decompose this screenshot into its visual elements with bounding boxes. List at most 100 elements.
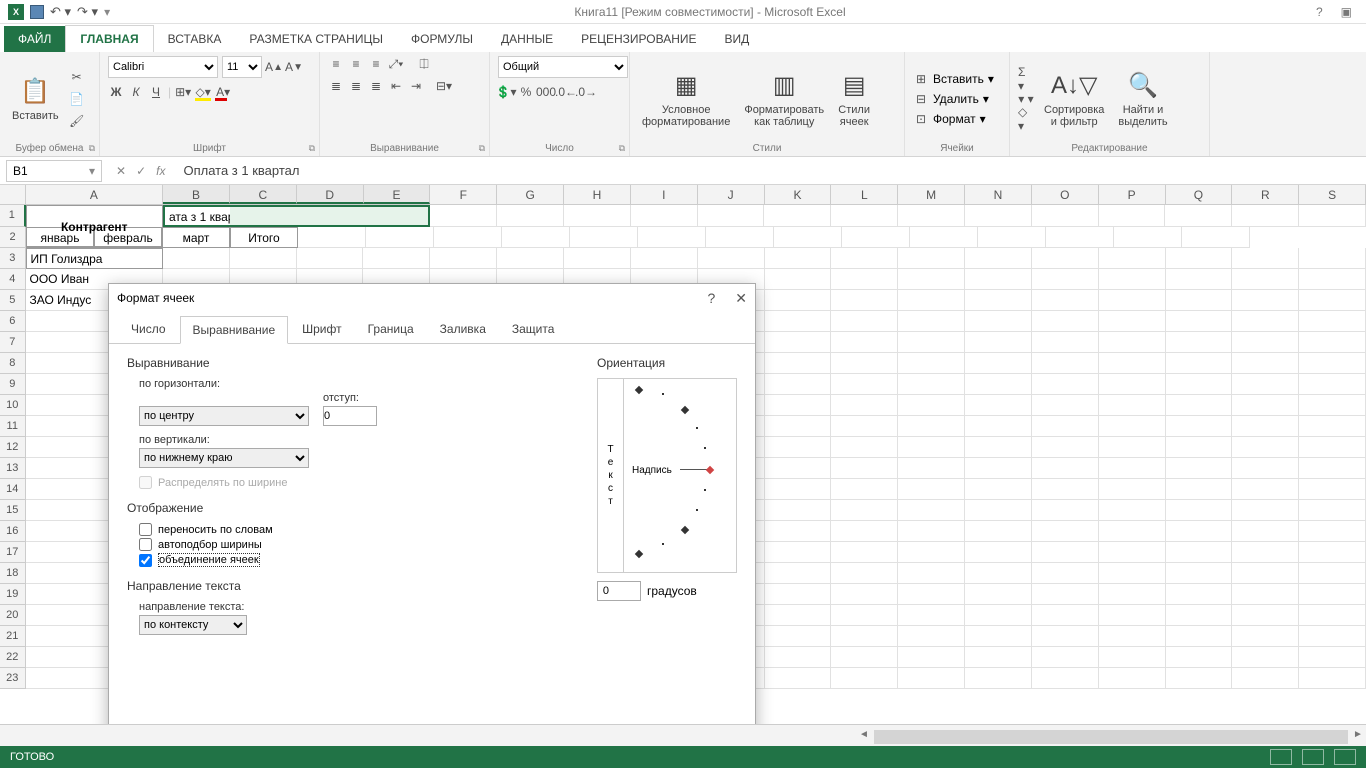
insert-cells-button[interactable]: ⊞Вставить ▾ <box>913 71 994 87</box>
cell[interactable] <box>898 584 965 605</box>
ribbon-toggle-icon[interactable]: ▣ <box>1341 5 1352 19</box>
cell[interactable] <box>965 395 1032 416</box>
cell[interactable] <box>1099 563 1166 584</box>
cell[interactable] <box>1166 437 1233 458</box>
find-select-button[interactable]: 🔍Найти и выделить <box>1114 56 1171 141</box>
cell[interactable] <box>1032 248 1099 269</box>
cell[interactable] <box>842 227 910 248</box>
cut-icon[interactable]: ✂ <box>69 69 85 85</box>
cell[interactable] <box>831 668 898 689</box>
dialog-tab-border[interactable]: Граница <box>356 316 426 343</box>
tab-formulas[interactable]: ФОРМУЛЫ <box>397 26 487 52</box>
align-bottom-icon[interactable]: ≡ <box>368 56 384 72</box>
cell[interactable] <box>1032 458 1099 479</box>
column-header[interactable]: K <box>765 185 832 204</box>
cell[interactable] <box>1032 311 1099 332</box>
cell[interactable] <box>1032 479 1099 500</box>
cell[interactable] <box>1232 269 1299 290</box>
row-header[interactable]: 20 <box>0 605 26 626</box>
cell[interactable] <box>898 374 965 395</box>
cell[interactable] <box>831 374 898 395</box>
cell[interactable] <box>1099 458 1166 479</box>
cell[interactable] <box>706 227 774 248</box>
format-painter-icon[interactable]: 🖌 <box>69 113 85 129</box>
cell[interactable] <box>1032 542 1099 563</box>
cell[interactable] <box>1232 311 1299 332</box>
cell[interactable] <box>698 205 765 227</box>
column-header[interactable]: D <box>297 185 364 204</box>
cell[interactable] <box>965 647 1032 668</box>
cell[interactable] <box>965 605 1032 626</box>
cell[interactable] <box>898 353 965 374</box>
view-page-break-icon[interactable] <box>1334 749 1356 765</box>
cell[interactable] <box>1299 500 1366 521</box>
align-top-icon[interactable]: ≡ <box>328 56 344 72</box>
cell[interactable] <box>965 521 1032 542</box>
cell[interactable] <box>297 248 364 269</box>
cell[interactable] <box>965 542 1032 563</box>
cell[interactable] <box>366 227 434 248</box>
merge-cells-checkbox[interactable] <box>139 554 152 567</box>
cell[interactable] <box>965 626 1032 647</box>
cell[interactable] <box>765 437 832 458</box>
cell[interactable] <box>1299 395 1366 416</box>
cell[interactable] <box>765 563 832 584</box>
cell[interactable] <box>831 647 898 668</box>
cell[interactable] <box>1299 269 1366 290</box>
cell[interactable] <box>765 290 832 311</box>
cell[interactable] <box>965 563 1032 584</box>
increase-decimal-icon[interactable]: .0← <box>558 84 574 100</box>
cell[interactable]: март <box>162 227 230 248</box>
cell[interactable] <box>898 311 965 332</box>
column-header[interactable]: P <box>1099 185 1166 204</box>
cell[interactable] <box>898 416 965 437</box>
cell[interactable] <box>898 626 965 647</box>
cell[interactable] <box>965 458 1032 479</box>
cell[interactable] <box>1299 205 1366 227</box>
cell[interactable] <box>1032 668 1099 689</box>
orientation-arc[interactable]: Надпись <box>624 379 736 572</box>
select-all-corner[interactable] <box>0 185 26 204</box>
shrink-fit-checkbox[interactable] <box>139 538 152 551</box>
clear-icon[interactable]: ◇ ▾ <box>1018 111 1034 127</box>
cell[interactable] <box>564 248 631 269</box>
cell[interactable] <box>1032 500 1099 521</box>
indent-decrease-icon[interactable]: ⇤ <box>388 78 404 94</box>
cell[interactable] <box>1299 626 1366 647</box>
cell[interactable] <box>1166 521 1233 542</box>
column-header[interactable]: I <box>631 185 698 204</box>
cell[interactable] <box>1232 521 1299 542</box>
delete-cells-button[interactable]: ⊟Удалить ▾ <box>913 91 994 107</box>
cell[interactable] <box>1299 437 1366 458</box>
cell[interactable] <box>1099 248 1166 269</box>
cell[interactable] <box>1166 500 1233 521</box>
cell[interactable] <box>965 374 1032 395</box>
cell[interactable] <box>1166 353 1233 374</box>
column-header[interactable]: E <box>364 185 431 204</box>
text-direction-select[interactable]: по контексту <box>139 615 247 635</box>
number-format-select[interactable]: Общий <box>498 56 628 78</box>
cell[interactable] <box>1166 563 1233 584</box>
orientation-control[interactable]: Текст Надпись <box>597 378 737 573</box>
cell[interactable] <box>1166 395 1233 416</box>
tab-data[interactable]: ДАННЫЕ <box>487 26 567 52</box>
cell[interactable] <box>831 479 898 500</box>
cell[interactable] <box>497 248 564 269</box>
cell[interactable] <box>564 205 631 227</box>
cell[interactable] <box>502 227 570 248</box>
cell[interactable] <box>765 311 832 332</box>
row-header[interactable]: 10 <box>0 395 26 416</box>
format-as-table-button[interactable]: ▥Форматировать как таблицу <box>740 56 828 141</box>
cell[interactable] <box>831 626 898 647</box>
borders-icon[interactable]: ⊞▾ <box>175 84 191 100</box>
cell[interactable] <box>765 374 832 395</box>
cell[interactable] <box>765 248 832 269</box>
redo-icon[interactable]: ↷ ▾ <box>77 4 98 20</box>
cell[interactable] <box>1299 290 1366 311</box>
horizontal-scrollbar[interactable]: ◄ ► <box>856 728 1366 746</box>
column-header[interactable]: G <box>497 185 564 204</box>
help-icon[interactable]: ? <box>1316 5 1323 19</box>
cell[interactable] <box>898 248 965 269</box>
row-header[interactable]: 14 <box>0 479 26 500</box>
cell[interactable] <box>898 205 965 227</box>
